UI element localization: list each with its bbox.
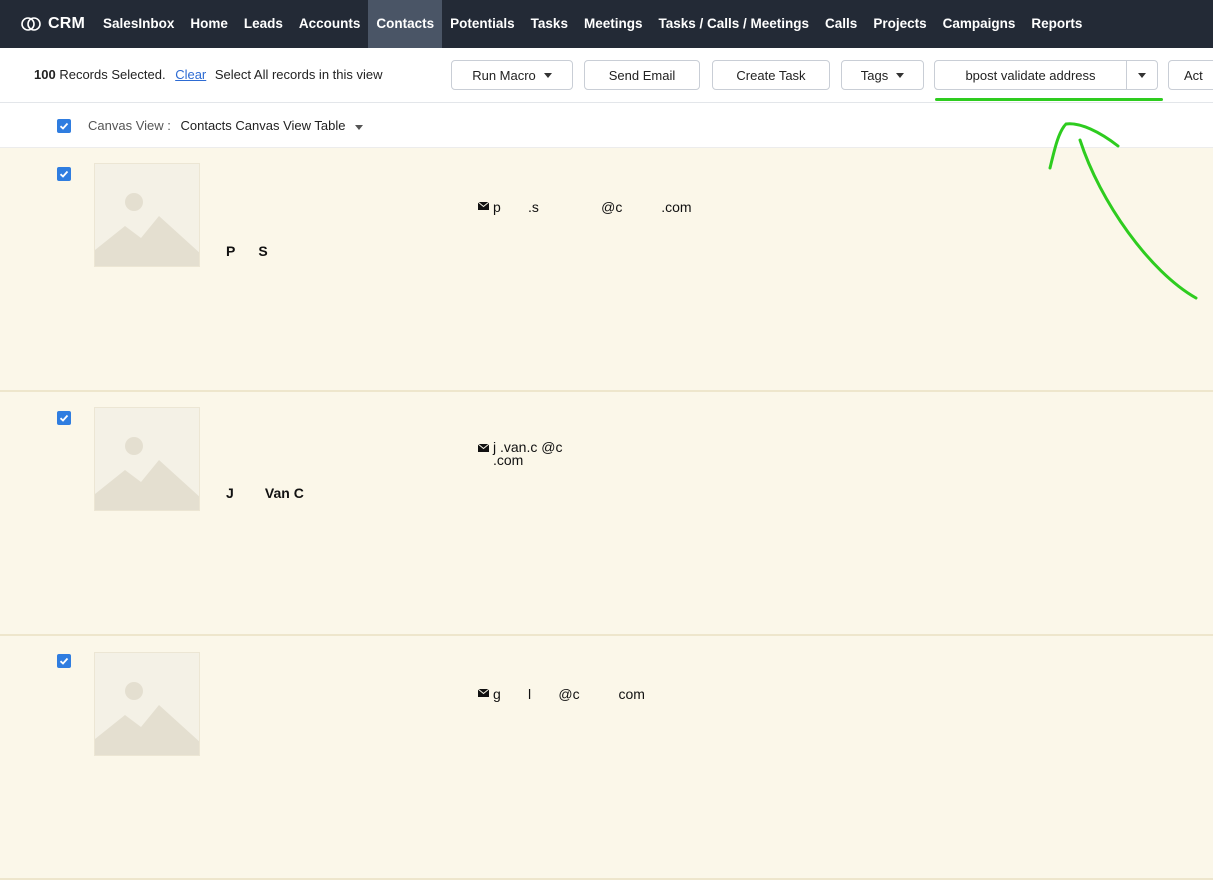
contact-email-text: g l @c com: [493, 686, 645, 702]
contact-email[interactable]: j .van.c @c .com: [478, 439, 563, 468]
nav-tasks[interactable]: Tasks: [523, 0, 576, 48]
nav-calls[interactable]: Calls: [817, 0, 865, 48]
chevron-down-icon: [355, 125, 364, 130]
record-checkbox[interactable]: [57, 654, 71, 668]
canvas-view-label: Canvas View :: [88, 118, 171, 133]
contact-name[interactable]: P S: [226, 243, 268, 259]
nav-potentials[interactable]: Potentials: [442, 0, 523, 48]
contact-email-text: p .s @c .com: [493, 199, 692, 215]
tags-label: Tags: [860, 67, 889, 83]
contact-email-text: j .van.c @c .com: [493, 439, 563, 468]
nav-accounts[interactable]: Accounts: [291, 0, 369, 48]
actions-button[interactable]: Act: [1168, 60, 1213, 90]
nav-projects[interactable]: Projects: [865, 0, 934, 48]
select-all-link[interactable]: Select All records in this view: [215, 67, 383, 82]
image-placeholder-icon: [95, 193, 199, 266]
chevron-down-icon: [1138, 72, 1146, 78]
record-checkbox[interactable]: [57, 411, 71, 425]
annotation-arrow-icon: [1048, 122, 1198, 300]
nav-home[interactable]: Home: [182, 0, 236, 48]
run-macro-button[interactable]: Run Macro: [451, 60, 573, 90]
record-checkbox[interactable]: [57, 167, 71, 181]
contact-image-placeholder: [94, 163, 200, 267]
select-all-checkbox[interactable]: [57, 119, 71, 133]
create-task-button[interactable]: Create Task: [712, 60, 830, 90]
crm-logo[interactable]: CRM: [0, 15, 95, 33]
record-card[interactable]: g l @c com: [0, 636, 1213, 880]
image-placeholder-icon: [95, 682, 199, 755]
nav-meetings[interactable]: Meetings: [576, 0, 651, 48]
nav-leads[interactable]: Leads: [236, 0, 291, 48]
send-email-button[interactable]: Send Email: [584, 60, 700, 90]
chevron-down-icon: [543, 72, 552, 78]
run-macro-label: Run Macro: [472, 67, 536, 83]
create-task-label: Create Task: [736, 67, 806, 83]
selected-count: 100: [34, 67, 56, 82]
top-nav: CRM SalesInbox Home Leads Accounts Conta…: [0, 0, 1213, 48]
contact-image-placeholder: [94, 407, 200, 511]
crm-logo-icon: [21, 17, 41, 31]
bpost-dropdown-button[interactable]: [1126, 60, 1158, 90]
canvas-view-name: Contacts Canvas View Table: [180, 118, 346, 133]
contact-email[interactable]: g l @c com: [478, 686, 645, 702]
check-icon: [59, 170, 69, 178]
record-card[interactable]: J Van C j .van.c @c .com: [0, 392, 1213, 636]
canvas-view-selector[interactable]: Canvas View : Contacts Canvas View Table: [88, 118, 364, 133]
selected-text: Records Selected.: [59, 67, 166, 82]
nav-salesinbox[interactable]: SalesInbox: [95, 0, 182, 48]
selection-summary: 100 Records Selected. Clear Select All r…: [34, 67, 383, 82]
envelope-icon: [478, 202, 489, 210]
image-placeholder-icon: [95, 437, 199, 510]
bpost-label: bpost validate address: [965, 67, 1096, 83]
check-icon: [59, 122, 69, 130]
actions-label: Act: [1184, 67, 1203, 83]
contact-image-placeholder: [94, 652, 200, 756]
contact-email[interactable]: p .s @c .com: [478, 199, 692, 215]
clear-selection-link[interactable]: Clear: [175, 67, 206, 82]
send-email-label: Send Email: [608, 67, 676, 83]
tags-button[interactable]: Tags: [841, 60, 924, 90]
mass-action-bar: 100 Records Selected. Clear Select All r…: [0, 48, 1213, 103]
check-icon: [59, 414, 69, 422]
bpost-validate-address-button[interactable]: bpost validate address: [934, 60, 1127, 90]
contact-name[interactable]: J Van C: [226, 485, 304, 501]
chevron-down-icon: [896, 72, 905, 78]
nav-campaigns[interactable]: Campaigns: [935, 0, 1024, 48]
nav-contacts[interactable]: Contacts: [368, 0, 443, 48]
envelope-icon: [478, 444, 489, 452]
check-icon: [59, 657, 69, 665]
nav-reports[interactable]: Reports: [1023, 0, 1090, 48]
brand-name: CRM: [48, 15, 86, 32]
nav-tasks-calls-meetings[interactable]: Tasks / Calls / Meetings: [650, 0, 817, 48]
highlight-underline: [935, 98, 1163, 101]
